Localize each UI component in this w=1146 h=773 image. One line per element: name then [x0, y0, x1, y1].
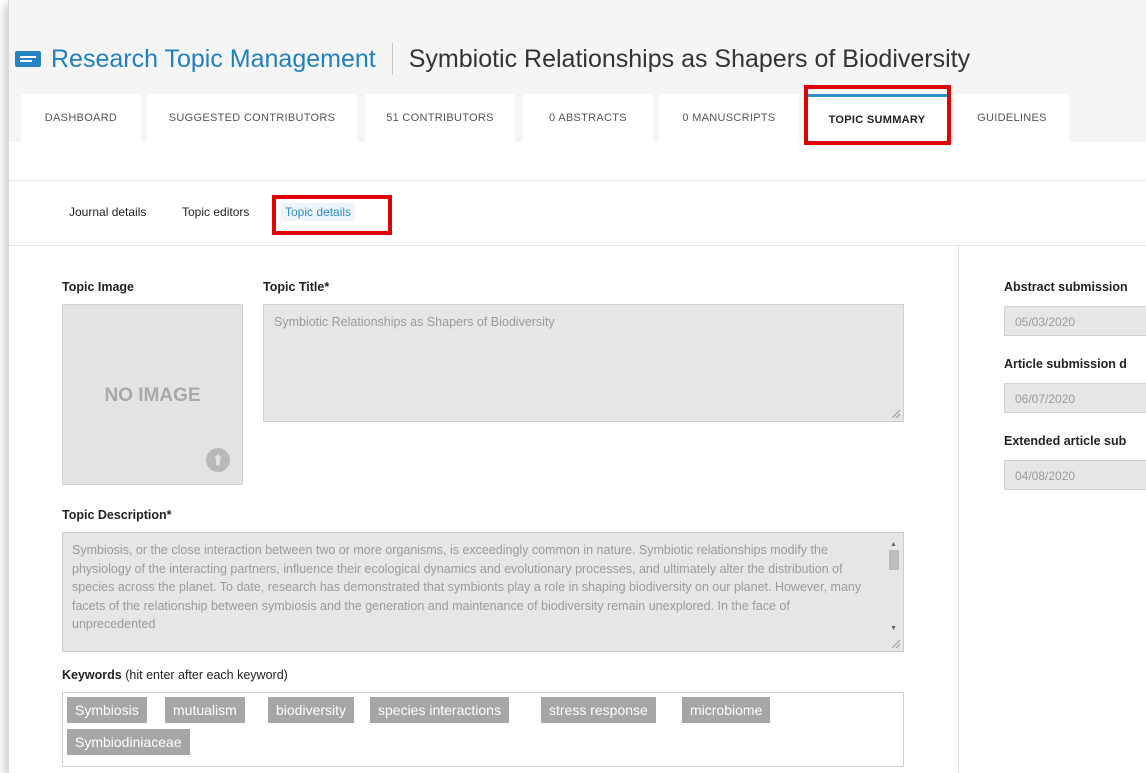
tab-guidelines[interactable]: GUIDELINES: [955, 94, 1069, 142]
topic-image-placeholder[interactable]: NO IMAGE ⬆: [62, 304, 243, 485]
upload-icon[interactable]: ⬆: [206, 448, 230, 472]
keywords-note: (hit enter after each keyword): [125, 668, 288, 682]
article-submission-date: 06/07/2020: [1015, 392, 1076, 406]
app-window: Research Topic Management Symbiotic Rela…: [8, 0, 1146, 773]
subtab-topic-details[interactable]: Topic details: [281, 203, 356, 221]
keyword-chip[interactable]: microbiome: [682, 697, 771, 723]
tab-abstracts[interactable]: 0 ABSTRACTS: [523, 94, 653, 142]
keyword-chip[interactable]: species interactions: [370, 697, 509, 723]
document-list-icon: [15, 49, 41, 69]
topic-description-value: Symbiosis, or the close interaction betw…: [72, 543, 862, 631]
sub-navigation: Journal details Topic editors Topic deta…: [9, 180, 1146, 246]
no-image-text: NO IMAGE: [104, 385, 201, 406]
resize-grip-icon[interactable]: [892, 410, 900, 418]
app-title[interactable]: Research Topic Management: [51, 45, 376, 74]
abstract-submission-label: Abstract submission: [1004, 280, 1128, 294]
topic-title: Symbiotic Relationships as Shapers of Bi…: [408, 44, 971, 73]
scroll-down-icon[interactable]: ▼: [890, 620, 897, 639]
abstract-submission-date-field[interactable]: 05/03/2020: [1004, 306, 1146, 336]
article-submission-label: Article submission d: [1004, 357, 1127, 371]
tab-contributors[interactable]: 51 CONTRIBUTORS: [365, 94, 515, 142]
keyword-chip[interactable]: mutualism: [165, 697, 245, 723]
extended-article-date-field[interactable]: 04/08/2020: [1004, 460, 1146, 490]
description-scrollbar[interactable]: ▲ ▼: [886, 534, 902, 650]
topic-title-label: Topic Title*: [263, 280, 330, 294]
topic-title-field[interactable]: Symbiotic Relationships as Shapers of Bi…: [263, 304, 904, 422]
subtab-journal-details[interactable]: Journal details: [69, 205, 146, 219]
topic-description-label: Topic Description*: [62, 508, 172, 522]
extended-article-date: 04/08/2020: [1015, 469, 1076, 483]
abstract-submission-date: 05/03/2020: [1015, 315, 1076, 329]
title-divider: [391, 43, 393, 75]
extended-article-label: Extended article sub: [1004, 434, 1127, 448]
article-submission-date-field[interactable]: 06/07/2020: [1004, 383, 1146, 413]
resize-grip-icon[interactable]: [892, 640, 900, 648]
tab-suggested-contributors[interactable]: SUGGESTED CONTRIBUTORS: [147, 94, 357, 142]
subtab-topic-editors[interactable]: Topic editors: [182, 205, 249, 219]
topic-image-label: Topic Image: [62, 280, 135, 294]
topic-title-value: Symbiotic Relationships as Shapers of Bi…: [274, 315, 555, 329]
tab-topic-summary[interactable]: TOPIC SUMMARY: [807, 94, 947, 142]
keywords-field[interactable]: Symbiosis mutualism biodiversity species…: [62, 692, 904, 767]
keyword-chip[interactable]: stress response: [541, 697, 656, 723]
keyword-chip[interactable]: Symbiodiniaceae: [67, 729, 190, 755]
keyword-chip[interactable]: biodiversity: [268, 697, 355, 723]
keywords-label-text: Keywords: [62, 668, 122, 682]
keyword-chip[interactable]: Symbiosis: [67, 697, 147, 723]
header: Research Topic Management Symbiotic Rela…: [9, 0, 1146, 142]
tab-dashboard[interactable]: DASHBOARD: [21, 94, 141, 142]
title-row: Research Topic Management Symbiotic Rela…: [15, 42, 970, 76]
tab-manuscripts[interactable]: 0 MANUSCRIPTS: [659, 94, 799, 142]
scroll-thumb[interactable]: [889, 550, 899, 570]
keywords-label: Keywords (hit enter after each keyword): [62, 668, 288, 682]
topic-description-field[interactable]: Symbiosis, or the close interaction betw…: [62, 532, 904, 652]
